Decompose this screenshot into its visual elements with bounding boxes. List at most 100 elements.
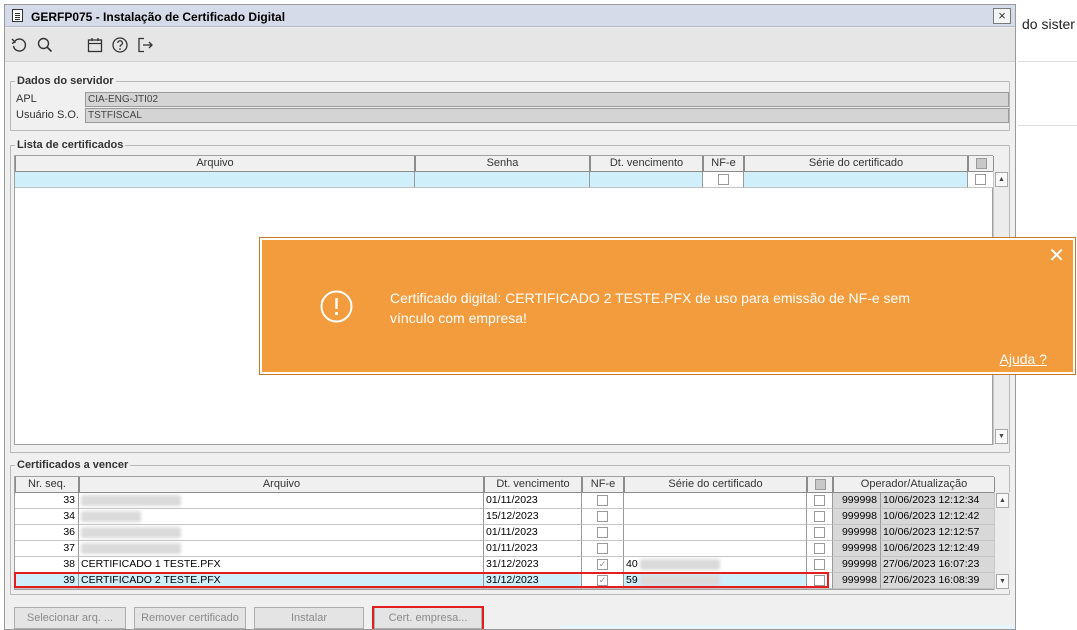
table-cell-serie[interactable] xyxy=(624,541,807,557)
close-toast-button[interactable]: ✕ xyxy=(1048,246,1065,266)
checkbox[interactable] xyxy=(597,495,608,506)
checkbox[interactable] xyxy=(814,495,825,506)
table-cell-arquivo[interactable] xyxy=(79,493,484,509)
column-header-vencimento[interactable]: Dt. vencimento xyxy=(590,156,703,172)
search-icon[interactable] xyxy=(36,36,56,54)
redacted-text xyxy=(81,542,181,554)
table-cell-arquivo[interactable] xyxy=(79,525,484,541)
table-cell-operador[interactable]: 999998 xyxy=(833,557,881,573)
table-cell-atualizacao[interactable]: 10/06/2023 12:12:42 xyxy=(881,509,995,525)
table-cell-atualizacao[interactable]: 27/06/2023 16:08:39 xyxy=(881,573,995,589)
button-highlight xyxy=(372,606,484,629)
table-cell-operador[interactable]: 999998 xyxy=(833,509,881,525)
column-header-senha[interactable]: Senha xyxy=(415,156,590,172)
table-cell-nfe[interactable]: ✓ xyxy=(582,557,624,573)
table-cell-vencimento[interactable]: 15/12/2023 xyxy=(484,509,582,525)
checkbox[interactable]: ✓ xyxy=(597,559,608,570)
apl-label: APL xyxy=(16,93,37,105)
table-cell-vencimento[interactable]: 01/11/2023 xyxy=(484,493,582,509)
table-cell-vencimento[interactable]: 31/12/2023 xyxy=(484,557,582,573)
column-header-arquivo[interactable]: Arquivo xyxy=(79,477,484,493)
new-serie-cell[interactable] xyxy=(744,172,968,188)
divider xyxy=(1018,61,1077,62)
server-data-legend: Dados do servidor xyxy=(17,75,114,87)
table-cell-vencimento[interactable]: 01/11/2023 xyxy=(484,541,582,557)
new-senha-cell[interactable] xyxy=(415,172,590,188)
help-icon[interactable] xyxy=(111,36,131,54)
scroll-down-icon[interactable]: ▼ xyxy=(995,429,1008,444)
column-header-operador[interactable]: Operador/Atualização xyxy=(833,477,995,493)
scroll-up-icon[interactable]: ▲ xyxy=(995,172,1008,187)
column-header-nfe[interactable]: NF-e xyxy=(582,477,624,493)
column-header-serie[interactable]: Série do certificado xyxy=(744,156,968,172)
table-cell-operador[interactable]: 999998 xyxy=(833,493,881,509)
table-cell-sel[interactable] xyxy=(807,525,833,541)
scroll-up-icon[interactable]: ▲ xyxy=(996,493,1009,508)
table-cell-nfe[interactable] xyxy=(582,509,624,525)
table-cell-nfe[interactable] xyxy=(582,525,624,541)
table-cell-vencimento[interactable]: 01/11/2023 xyxy=(484,525,582,541)
select-all-header[interactable] xyxy=(968,156,994,172)
table-cell-seq[interactable]: 38 xyxy=(15,557,79,573)
table-cell-sel[interactable] xyxy=(807,541,833,557)
remove-certificate-button[interactable]: Remover certificado xyxy=(134,607,246,629)
redacted-text xyxy=(81,494,181,506)
install-button[interactable]: Instalar xyxy=(254,607,364,629)
new-row-checkbox[interactable] xyxy=(968,172,994,188)
scroll-down-icon[interactable]: ▼ xyxy=(996,574,1009,589)
table-cell-nfe[interactable] xyxy=(582,493,624,509)
checkbox[interactable] xyxy=(814,559,825,570)
column-header-arquivo[interactable]: Arquivo xyxy=(15,156,415,172)
table-cell-serie[interactable] xyxy=(624,509,807,525)
exit-icon[interactable] xyxy=(136,36,156,54)
table-cell-seq[interactable]: 33 xyxy=(15,493,79,509)
title-bar: GERFP075 - Instalação de Certificado Dig… xyxy=(5,5,1015,27)
column-header-serie[interactable]: Série do certificado xyxy=(624,477,807,493)
table-cell-seq[interactable]: 37 xyxy=(15,541,79,557)
new-nfe-checkbox[interactable] xyxy=(703,172,744,188)
table-cell-atualizacao[interactable]: 10/06/2023 12:12:49 xyxy=(881,541,995,557)
expiring-scrollbar[interactable]: ▲ ▼ xyxy=(994,492,1010,590)
toolbar xyxy=(5,28,1015,62)
table-cell-atualizacao[interactable]: 27/06/2023 16:07:23 xyxy=(881,557,995,573)
column-header-nfe[interactable]: NF-e xyxy=(703,156,744,172)
calendar-icon[interactable] xyxy=(86,36,106,54)
table-cell-seq[interactable]: 34 xyxy=(15,509,79,525)
select-file-button[interactable]: Selecionar arq. ... xyxy=(14,607,126,629)
table-cell-sel[interactable] xyxy=(807,509,833,525)
table-cell-sel[interactable] xyxy=(807,557,833,573)
checkbox[interactable] xyxy=(814,527,825,538)
table-cell-serie[interactable] xyxy=(624,525,807,541)
checkbox[interactable] xyxy=(597,527,608,538)
table-cell-atualizacao[interactable]: 10/06/2023 12:12:34 xyxy=(881,493,995,509)
redacted-text xyxy=(81,510,141,522)
warning-icon xyxy=(320,290,353,323)
table-cell-arquivo[interactable]: CERTIFICADO 1 TESTE.PFX xyxy=(79,557,484,573)
table-cell-serie[interactable] xyxy=(624,493,807,509)
table-cell-serie[interactable]: 40 xyxy=(624,557,807,573)
table-cell-operador[interactable]: 999998 xyxy=(833,541,881,557)
close-window-button[interactable]: × xyxy=(993,8,1011,24)
column-header-seq[interactable]: Nr. seq. xyxy=(15,477,79,493)
table-cell-nfe[interactable] xyxy=(582,541,624,557)
checkbox[interactable] xyxy=(597,543,608,554)
checkbox[interactable] xyxy=(597,511,608,522)
checkbox[interactable] xyxy=(814,511,825,522)
table-cell-operador[interactable]: 999998 xyxy=(833,525,881,541)
new-vencimento-cell[interactable] xyxy=(590,172,703,188)
divider xyxy=(1018,125,1077,126)
table-cell-atualizacao[interactable]: 10/06/2023 12:12:57 xyxy=(881,525,995,541)
select-all-header[interactable] xyxy=(807,477,833,493)
refresh-icon[interactable] xyxy=(10,36,30,54)
notification-toast: ✕ Certificado digital: CERTIFICADO 2 TES… xyxy=(259,237,1076,375)
table-cell-seq[interactable]: 36 xyxy=(15,525,79,541)
table-cell-operador[interactable]: 999998 xyxy=(833,573,881,589)
window-title: GERFP075 - Instalação de Certificado Dig… xyxy=(31,10,286,24)
table-cell-arquivo[interactable] xyxy=(79,509,484,525)
checkbox[interactable] xyxy=(814,543,825,554)
table-cell-sel[interactable] xyxy=(807,493,833,509)
help-link[interactable]: Ajuda ? xyxy=(1000,351,1047,367)
table-cell-arquivo[interactable] xyxy=(79,541,484,557)
new-arquivo-cell[interactable] xyxy=(15,172,415,188)
column-header-vencimento[interactable]: Dt. vencimento xyxy=(484,477,582,493)
